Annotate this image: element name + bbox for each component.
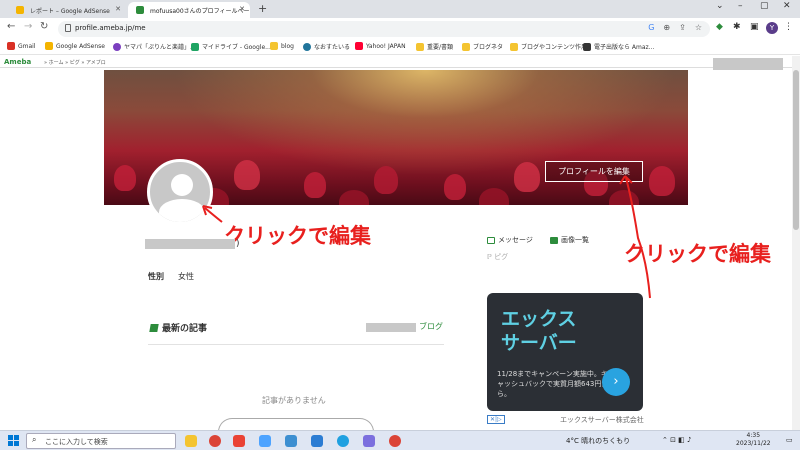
pencil-icon bbox=[149, 323, 159, 332]
annotation-avatar-edit: クリックで編集 bbox=[224, 224, 371, 248]
ad-choices-icon[interactable]: ✕|▷ bbox=[487, 415, 505, 424]
pigg-link[interactable]: ℙ ピグ bbox=[487, 252, 508, 262]
windows-start-icon[interactable] bbox=[8, 435, 19, 446]
chrome-active-icon[interactable] bbox=[389, 435, 401, 447]
gender-label: 性別 bbox=[148, 272, 164, 281]
ad-title: エックス サーバー bbox=[501, 308, 577, 354]
clock[interactable]: 4:35 2023/11/22 bbox=[736, 432, 771, 448]
ad-company: エックスサーバー株式会社 bbox=[560, 416, 644, 424]
camera-icon bbox=[550, 236, 558, 244]
file-explorer-icon[interactable] bbox=[185, 435, 197, 447]
taskbar-search[interactable]: ⌕ ここに入力して検索 bbox=[26, 433, 176, 449]
message-link[interactable]: メッセージ bbox=[487, 235, 533, 245]
redacted-username bbox=[145, 239, 235, 249]
divider bbox=[148, 344, 444, 345]
gender-value: 女性 bbox=[178, 272, 194, 281]
copilot-icon[interactable] bbox=[363, 435, 375, 447]
edge-icon[interactable] bbox=[337, 435, 349, 447]
pigg-icon: ℙ bbox=[487, 253, 492, 261]
no-articles-text: 記事がありません bbox=[262, 396, 326, 405]
mail-icon bbox=[487, 236, 495, 244]
redacted-blog-name bbox=[366, 323, 416, 332]
name-suffix: ) bbox=[236, 239, 240, 249]
onedrive-icon[interactable] bbox=[259, 435, 271, 447]
chrome-icon[interactable] bbox=[209, 435, 221, 447]
mail-app-icon[interactable] bbox=[311, 435, 323, 447]
xserver-ad[interactable]: エックス サーバー 11/28までキャンペーン実施中。キャッシュバックで実質月額… bbox=[487, 293, 643, 411]
tray-icons[interactable]: ⌃ ⊡ ◧ ♪ bbox=[662, 436, 692, 444]
windows-taskbar: ⌕ ここに入力して検索 4°C 晴れのちくもり ⌃ ⊡ ◧ ♪ 4:35 202… bbox=[0, 430, 800, 450]
blog-link[interactable]: ブログ bbox=[419, 321, 443, 332]
gmail-app-icon[interactable] bbox=[233, 435, 245, 447]
weather-widget[interactable]: 4°C 晴れのちくもり bbox=[566, 436, 630, 446]
search-icon: ⌕ bbox=[32, 435, 37, 444]
annotation-arrows bbox=[202, 175, 651, 299]
images-link[interactable]: 画像一覧 bbox=[550, 235, 589, 245]
ad-body: 11/28までキャンペーン実施中。キャッシュバックで実質月額643円から。 bbox=[497, 370, 609, 398]
recent-articles-heading: 最新の記事 bbox=[149, 321, 207, 334]
ad-arrow-button[interactable]: › bbox=[602, 368, 630, 396]
notification-icon[interactable]: ▭ bbox=[786, 436, 793, 444]
photos-icon[interactable] bbox=[285, 435, 297, 447]
annotation-edit-profile: クリックで編集 bbox=[624, 242, 771, 266]
